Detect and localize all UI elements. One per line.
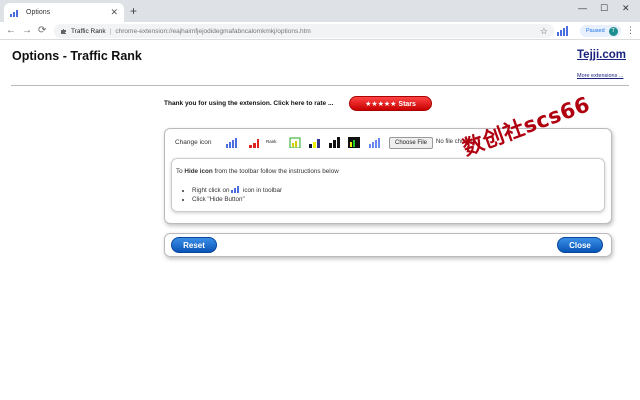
list-item: Click "Hide Button" <box>192 196 282 205</box>
tab-close-icon[interactable]: ✕ <box>110 7 118 18</box>
rate-stars-button[interactable]: ★★★★★ Stars <box>349 96 432 111</box>
change-icon-label: Change icon <box>175 139 212 146</box>
icon-option-rank-text[interactable]: Rank <box>266 139 277 144</box>
icon-option-bars-red[interactable] <box>247 136 261 148</box>
site-name: Traffic Rank <box>71 27 106 35</box>
action-bar: Reset Close <box>164 233 612 257</box>
step1-prefix: Right click on <box>192 187 232 194</box>
hide-intro: To Hide icon from the toolbar follow the… <box>176 168 339 175</box>
rate-prompt: Thank you for using the extension. Click… <box>164 100 334 107</box>
bookmark-star-icon[interactable]: ☆ <box>540 26 548 37</box>
icon-option-bars-blue-light[interactable] <box>368 136 382 148</box>
icon-option-bars-black-green[interactable] <box>347 136 361 148</box>
hide-steps: Right click on icon in toolbar Click "Hi… <box>192 185 282 204</box>
window-close-button[interactable]: ✕ <box>622 3 630 14</box>
divider <box>11 85 629 86</box>
minimize-button[interactable]: — <box>578 3 587 13</box>
hide-intro-suffix: from the toolbar follow the instructions… <box>212 168 339 175</box>
tab-title: Options <box>26 9 51 16</box>
traffic-rank-icon <box>10 9 18 17</box>
omnibox[interactable]: Traffic Rank | chrome-extension://eajhai… <box>54 24 554 38</box>
avatar: T <box>608 26 618 36</box>
close-button[interactable]: Close <box>557 237 603 253</box>
maximize-button[interactable]: ☐ <box>600 3 608 14</box>
puzzle-icon <box>61 28 66 34</box>
icon-option-bars-blue[interactable] <box>225 136 239 148</box>
new-tab-button[interactable]: + <box>130 4 137 18</box>
icon-option-bars-yellow-green[interactable] <box>288 136 302 148</box>
url-text: chrome-extension://eajhaimfjejodidegmafa… <box>115 27 311 35</box>
reset-button[interactable]: Reset <box>171 237 217 253</box>
forward-button[interactable]: → <box>22 25 32 36</box>
paused-label: Paused <box>586 28 605 34</box>
traffic-rank-extension-icon[interactable] <box>557 26 569 36</box>
tab-bar: Options ✕ + — ☐ ✕ <box>0 0 640 22</box>
choose-file-button[interactable]: Choose File <box>389 137 434 149</box>
more-extensions-link[interactable]: More extensions ... <box>577 73 623 79</box>
step1-suffix: icon in toolbar <box>241 187 283 194</box>
icon-option-bars-black[interactable] <box>328 136 342 148</box>
hide-intro-bold: Hide icon <box>184 168 213 175</box>
list-item: Right click on icon in toolbar <box>192 185 282 196</box>
profile-paused-button[interactable]: Paused T <box>580 25 621 37</box>
address-bar: ← → ⟳ Traffic Rank | chrome-extension://… <box>0 22 640 40</box>
brand-link[interactable]: Tejji.com <box>577 49 626 61</box>
browser-menu-icon[interactable]: ⋮ <box>626 25 635 36</box>
reload-button[interactable]: ⟳ <box>38 25 46 36</box>
hide-icon-help: To Hide icon from the toolbar follow the… <box>171 158 605 212</box>
traffic-rank-icon <box>231 186 240 193</box>
url-separator: | <box>109 27 112 35</box>
back-button[interactable]: ← <box>6 25 16 36</box>
options-panel: Change icon Rank Choose File No file cho… <box>164 128 612 224</box>
browser-tab[interactable]: Options ✕ <box>4 3 124 22</box>
page-title: Options - Traffic Rank <box>12 49 142 63</box>
icon-option-bars-blue-yellow[interactable] <box>308 136 322 148</box>
